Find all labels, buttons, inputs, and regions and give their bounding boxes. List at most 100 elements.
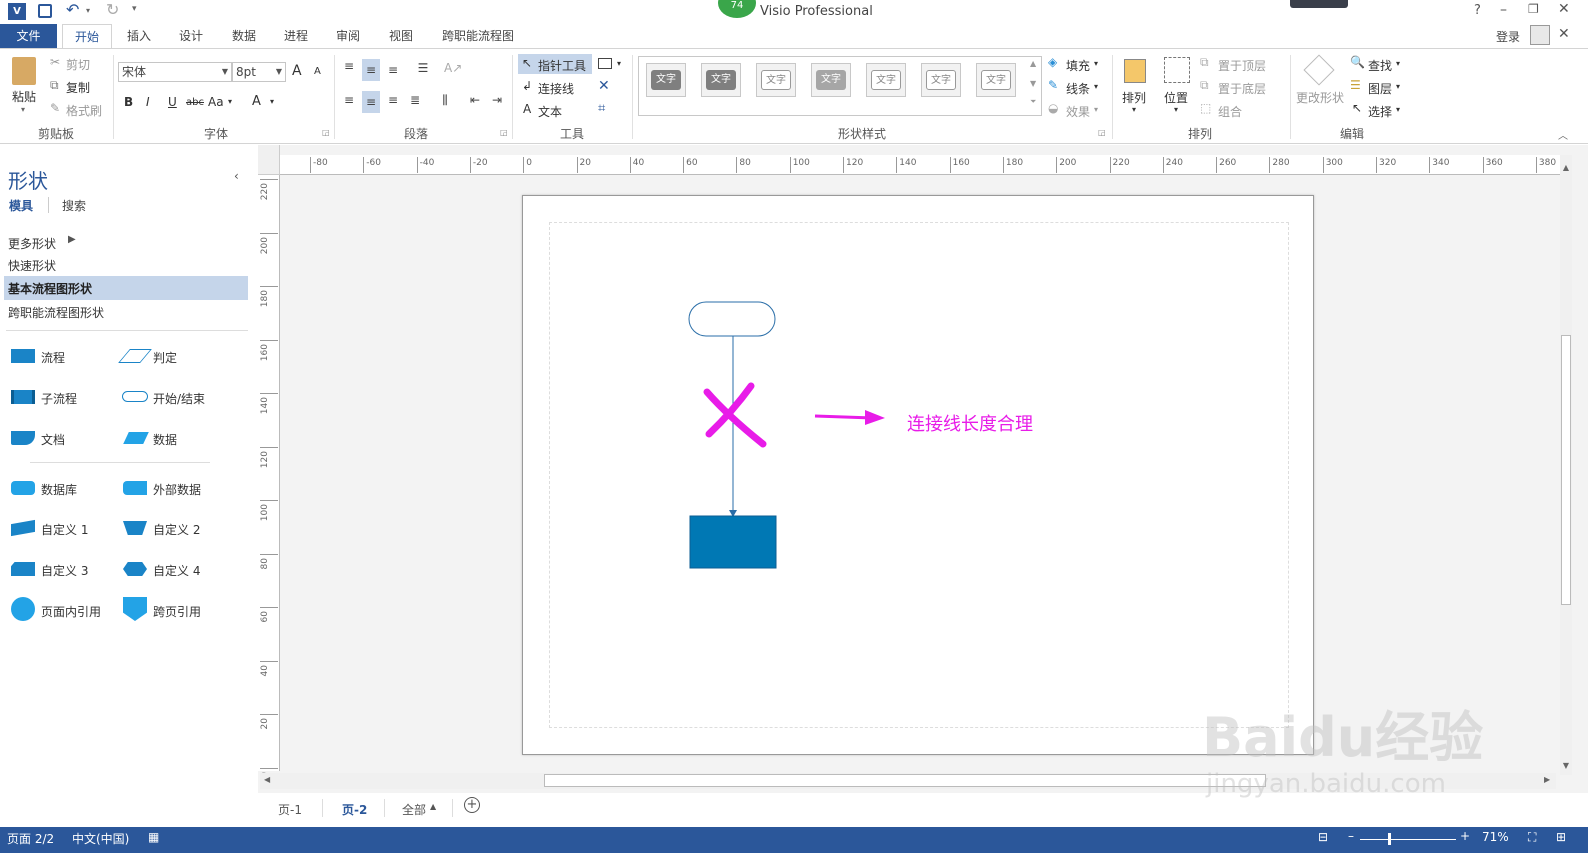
- group-button[interactable]: 组合: [1218, 103, 1242, 120]
- cut-icon[interactable]: ✂: [50, 55, 60, 69]
- zoom-out-icon[interactable]: –: [1348, 829, 1354, 843]
- arrange-button[interactable]: 排列: [1122, 89, 1146, 106]
- increase-indent-icon[interactable]: ⇥: [488, 93, 506, 111]
- shrink-font-button[interactable]: A: [314, 66, 321, 77]
- find-button[interactable]: 查找: [1368, 57, 1392, 74]
- shape-custom-3[interactable]: 自定义 3: [41, 562, 88, 579]
- restore-icon[interactable]: ❐: [1528, 2, 1539, 16]
- chevron-up-icon[interactable]: ▲: [430, 802, 436, 811]
- fill-dropdown-icon[interactable]: ▾: [1094, 59, 1098, 68]
- italic-button[interactable]: I: [146, 95, 150, 109]
- grow-font-button[interactable]: A: [292, 63, 302, 79]
- group-icon[interactable]: ⬚: [1200, 101, 1211, 115]
- font-size-select[interactable]: 8pt ▼: [232, 62, 286, 82]
- select-icon[interactable]: ↖: [1352, 101, 1362, 115]
- page-tab-1[interactable]: 页-1: [278, 801, 302, 818]
- connector-button[interactable]: 连接线: [538, 80, 574, 97]
- layers-button[interactable]: 图层: [1368, 80, 1392, 97]
- tab-stencils[interactable]: 模具: [9, 197, 33, 214]
- dialog-launcher-icon[interactable]: ◲: [500, 128, 508, 137]
- scroll-left-icon[interactable]: ◀: [264, 775, 270, 784]
- style-swatch[interactable]: 文字: [756, 63, 796, 97]
- align-top-icon[interactable]: ≡: [340, 59, 358, 77]
- scroll-right-icon[interactable]: ▶: [1544, 775, 1550, 784]
- process-shape[interactable]: [689, 515, 777, 569]
- font-color-button[interactable]: A: [252, 94, 261, 109]
- shape-subprocess[interactable]: 子流程: [41, 390, 77, 407]
- layers-dropdown-icon[interactable]: ▾: [1396, 82, 1400, 91]
- effects-icon[interactable]: ◒: [1048, 101, 1058, 115]
- tab-file[interactable]: 文件: [0, 24, 57, 48]
- align-middle-icon[interactable]: ≡: [362, 59, 380, 81]
- text-tool-icon[interactable]: A: [523, 102, 531, 116]
- format-painter-button[interactable]: 格式刷: [66, 102, 102, 119]
- tab-home[interactable]: 开始: [62, 24, 112, 48]
- gallery-more-icon[interactable]: ⏷: [1030, 97, 1036, 107]
- strikethrough-button[interactable]: abc: [186, 97, 204, 108]
- help-button[interactable]: ?: [1474, 3, 1481, 18]
- arrange-dropdown-icon[interactable]: ▾: [1132, 105, 1136, 114]
- paste-button[interactable]: 粘贴: [12, 88, 36, 105]
- close-icon[interactable]: ✕: [1558, 1, 1570, 17]
- scroll-down-icon[interactable]: ▼: [1560, 761, 1572, 770]
- effects-button[interactable]: 效果: [1066, 103, 1090, 120]
- line-dropdown-icon[interactable]: ▾: [1094, 82, 1098, 91]
- shape-data[interactable]: 数据: [153, 431, 177, 448]
- tab-design[interactable]: 设计: [170, 24, 212, 48]
- connection-point-icon[interactable]: ✕: [598, 78, 610, 94]
- close-ribbon-icon[interactable]: ✕: [1558, 26, 1570, 42]
- change-case-dropdown-icon[interactable]: ▾: [228, 97, 232, 106]
- align-left-icon[interactable]: ≡: [340, 93, 358, 111]
- chevron-right-icon[interactable]: ▶: [68, 234, 76, 245]
- fill-button[interactable]: 填充: [1066, 57, 1090, 74]
- text-direction-icon[interactable]: A↗: [444, 61, 462, 79]
- vertical-ruler[interactable]: 220200180160140120100806040200: [258, 175, 280, 777]
- tab-review[interactable]: 审阅: [327, 24, 369, 48]
- connector-icon[interactable]: ↲: [522, 79, 532, 93]
- change-shape-icon[interactable]: [1303, 54, 1335, 86]
- send-back-icon[interactable]: ⧉: [1200, 78, 1209, 93]
- avatar[interactable]: [1530, 25, 1550, 45]
- dialog-launcher-icon[interactable]: ◲: [1098, 128, 1106, 137]
- tab-search[interactable]: 搜索: [62, 197, 86, 214]
- copy-icon[interactable]: ⧉: [50, 78, 59, 93]
- shape-start-end[interactable]: 开始/结束: [153, 390, 205, 407]
- fit-page-icon[interactable]: ⛶: [1528, 830, 1536, 845]
- save-icon[interactable]: [38, 4, 52, 18]
- language-status[interactable]: 中文(中国): [72, 830, 129, 847]
- tab-cross-functional[interactable]: 跨职能流程图: [436, 24, 520, 48]
- collapse-panel-icon[interactable]: ‹: [234, 169, 239, 183]
- copy-button[interactable]: 复制: [66, 79, 90, 96]
- position-dropdown-icon[interactable]: ▾: [1174, 105, 1178, 114]
- shape-on-page-reference[interactable]: 页面内引用: [41, 603, 101, 620]
- add-page-icon[interactable]: +: [464, 797, 480, 813]
- tab-insert[interactable]: 插入: [118, 24, 160, 48]
- shape-database[interactable]: 数据库: [41, 481, 77, 498]
- redo-icon[interactable]: ↻: [106, 0, 119, 19]
- zoom-in-icon[interactable]: +: [1460, 829, 1470, 843]
- position-button[interactable]: 位置: [1164, 89, 1188, 106]
- undo-icon[interactable]: ↶: [66, 0, 79, 19]
- macro-icon[interactable]: ▦: [148, 830, 159, 844]
- vertical-scroll-thumb[interactable]: [1561, 335, 1571, 605]
- find-icon[interactable]: 🔍: [1350, 55, 1365, 69]
- font-color-dropdown-icon[interactable]: ▾: [270, 97, 274, 106]
- rectangle-icon[interactable]: [598, 58, 612, 69]
- zoom-level[interactable]: 71%: [1482, 830, 1509, 844]
- bold-button[interactable]: B: [124, 95, 133, 109]
- vertical-scrollbar[interactable]: ▲ ▼: [1560, 155, 1572, 775]
- horizontal-scroll-thumb[interactable]: [544, 774, 1266, 787]
- vertical-text-icon[interactable]: ⫼: [436, 93, 454, 111]
- cut-button[interactable]: 剪切: [66, 56, 90, 73]
- find-dropdown-icon[interactable]: ▾: [1396, 59, 1400, 68]
- zoom-slider[interactable]: [1360, 839, 1456, 840]
- sign-in-link[interactable]: 登录: [1496, 28, 1520, 45]
- select-dropdown-icon[interactable]: ▾: [1396, 105, 1400, 114]
- line-icon[interactable]: ✎: [1048, 78, 1058, 92]
- shape-decision[interactable]: 判定: [153, 349, 177, 366]
- layers-icon[interactable]: ☰: [1350, 78, 1361, 92]
- switch-windows-icon[interactable]: ⊞: [1556, 830, 1566, 844]
- shape-external-data[interactable]: 外部数据: [153, 481, 201, 498]
- scroll-up-icon[interactable]: ▲: [1560, 163, 1572, 172]
- bring-front-button[interactable]: 置于顶层: [1218, 57, 1266, 74]
